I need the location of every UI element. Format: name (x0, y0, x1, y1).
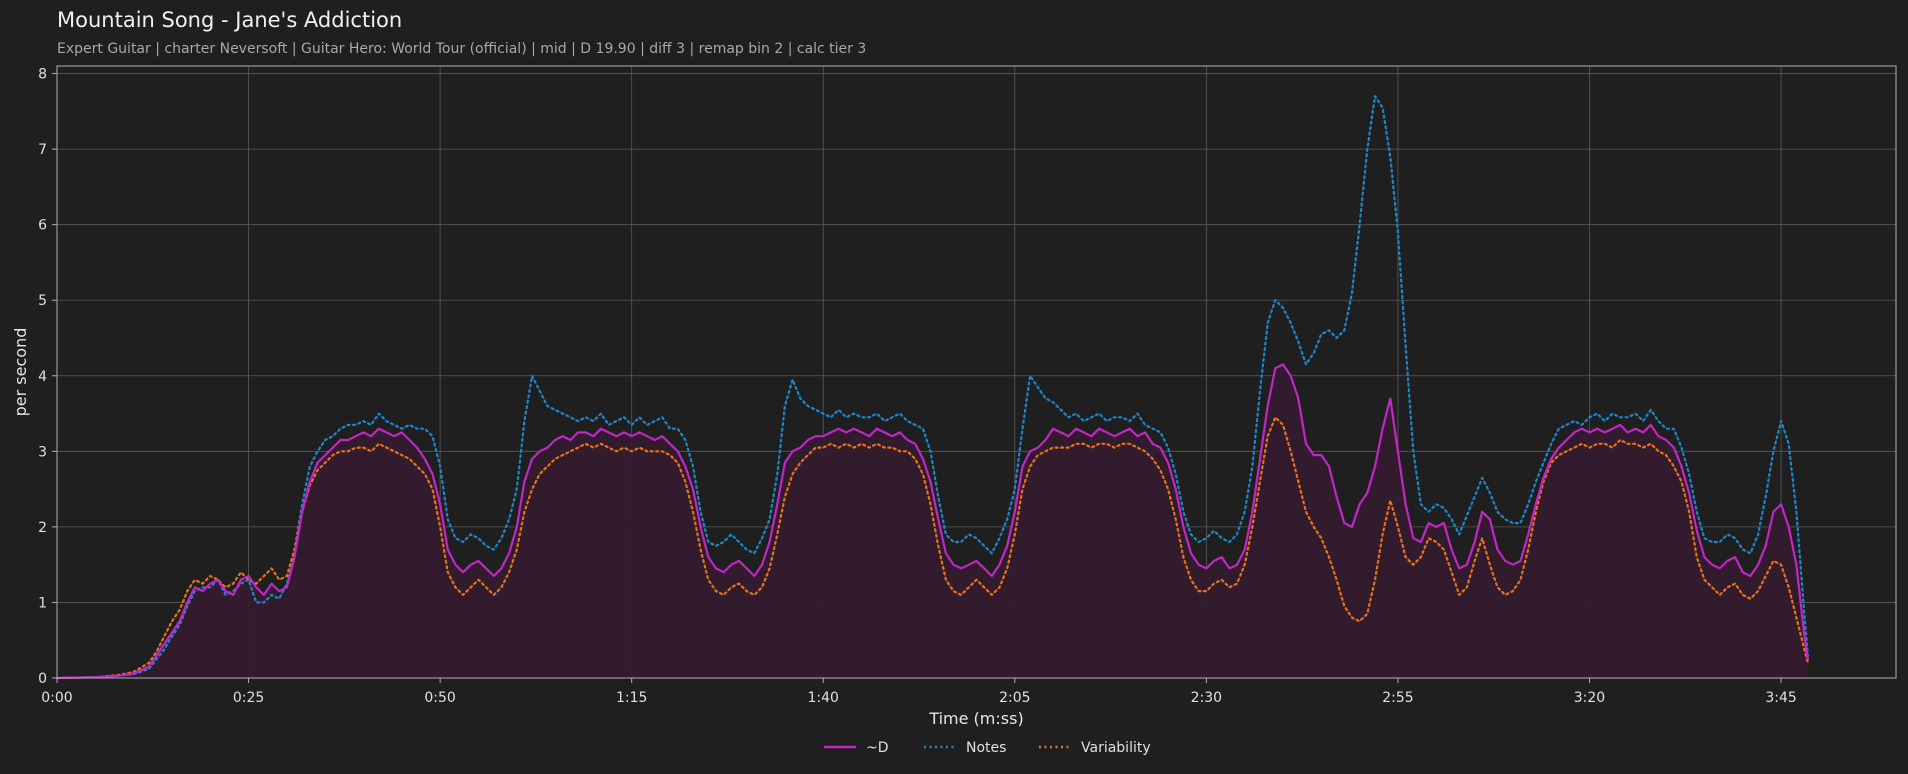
y-tick-label: 8 (38, 67, 47, 83)
legend: ~D Notes Variability (824, 740, 1151, 756)
legend-label: Variability (1081, 740, 1151, 756)
y-tick-label: 5 (38, 293, 47, 309)
legend-label: ~D (866, 740, 889, 756)
x-axis-label: Time (m:ss) (928, 709, 1023, 728)
legend-item: Variability (1039, 740, 1151, 756)
y-tick-label: 3 (38, 444, 47, 460)
x-tick-label: 1:40 (808, 690, 839, 706)
x-tick-label: 0:25 (233, 690, 264, 706)
x-tick-label: 2:30 (1191, 690, 1222, 706)
y-tick-label: 4 (38, 369, 47, 385)
y-tick-label: 1 (38, 595, 47, 611)
plot-svg: 0:00 0:25 0:50 1:15 1:40 2:05 2:30 2:55 3:20 3:45… (11, 65, 1897, 756)
legend-item: Notes (924, 740, 1006, 756)
x-tick-label: 2:05 (999, 690, 1030, 706)
legend-item: ~D (824, 740, 889, 756)
x-tick-label: 0:50 (424, 690, 455, 706)
chart: Mountain Song - Jane's Addiction Expert … (0, 0, 1908, 774)
y-tick-label: 7 (38, 142, 47, 158)
y-tick-label: 2 (38, 520, 47, 536)
x-tick-label: 3:45 (1765, 690, 1796, 706)
y-axis-label: per second (11, 328, 30, 417)
x-tick-label: 3:20 (1574, 690, 1605, 706)
x-tick-label: 2:55 (1382, 690, 1413, 706)
y-tick-label: 0 (38, 671, 47, 687)
x-tick-label: 0:00 (41, 690, 72, 706)
y-tick-label: 6 (38, 218, 47, 234)
legend-label: Notes (966, 740, 1006, 756)
x-tick-label: 1:15 (616, 690, 647, 706)
